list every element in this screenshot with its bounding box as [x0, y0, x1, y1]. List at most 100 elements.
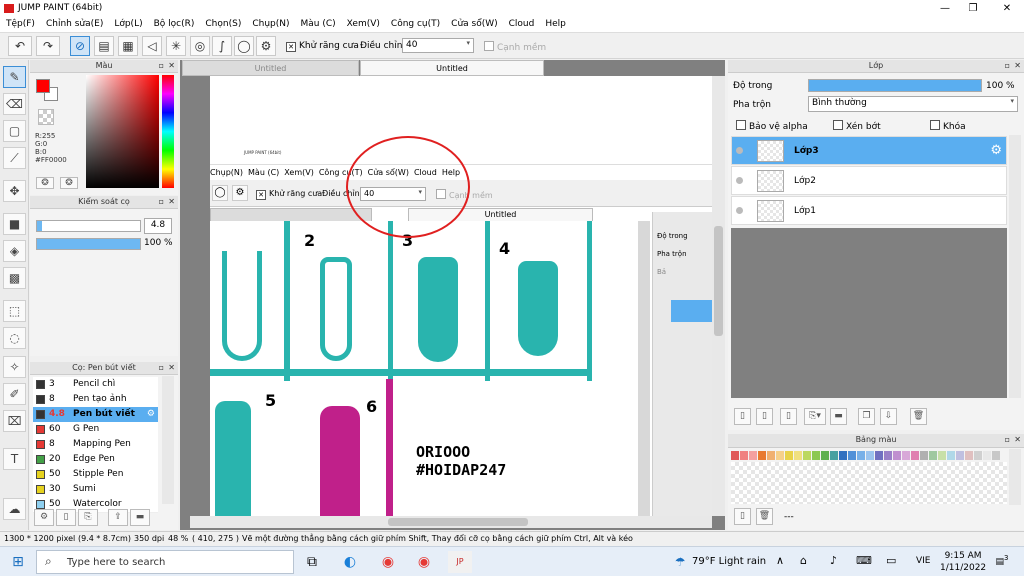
taskbar-search[interactable]: ⌕ Type here to search [36, 550, 294, 574]
select-rect-tool-icon[interactable]: ⬚ [3, 300, 26, 322]
menu-item-1[interactable]: Chỉnh sửa(E) [40, 17, 108, 29]
brush-tool-icon[interactable]: ⟋ [3, 147, 26, 169]
display-icon[interactable]: ▭ [886, 554, 896, 567]
palette-swatch[interactable] [767, 451, 775, 460]
palette-swatch[interactable] [812, 451, 820, 460]
new-layer-3-icon[interactable]: ▯ [780, 408, 797, 425]
menu-item-0[interactable]: Tệp(F) [0, 17, 40, 29]
layer-visibility-icon[interactable] [736, 177, 743, 184]
grid-ruler-icon[interactable]: ▦ [118, 36, 138, 56]
pen-settings-gear-icon[interactable]: ⚙ [147, 407, 155, 422]
palette-empty-area[interactable] [731, 462, 1007, 504]
pen-export-icon[interactable]: ⇪ [108, 509, 128, 526]
layer-visibility-icon[interactable] [736, 147, 743, 154]
keyboard-icon[interactable]: ⌨ [856, 554, 872, 567]
palette-swatch[interactable] [821, 451, 829, 460]
clock[interactable]: 9:15 AM 1/11/2022 [940, 550, 986, 574]
parallel-ruler-icon[interactable]: ▤ [94, 36, 114, 56]
brush-opacity-slider[interactable] [36, 238, 141, 250]
maximize-button[interactable]: ❐ [958, 1, 988, 16]
palette-swatch[interactable] [920, 451, 928, 460]
palette-swatch[interactable] [965, 451, 973, 460]
palette-swatch[interactable] [911, 451, 919, 460]
canvas-image[interactable]: JUMP PAINT (64bit) Chụp(N) Màu (C) Xem(V) C… [210, 76, 712, 516]
shape-tool-icon[interactable]: ▢ [3, 120, 26, 142]
palette-add-icon[interactable]: ▯ [734, 508, 751, 525]
settings-gear-icon[interactable]: ⚙ [256, 36, 276, 56]
cloud-tool-icon[interactable]: ☁ [3, 498, 26, 520]
menu-item-7[interactable]: Xem(V) [341, 17, 385, 29]
palette-swatch[interactable] [776, 451, 784, 460]
menu-item-2[interactable]: Lớp(L) [108, 17, 147, 29]
perspective-ruler-icon[interactable]: ◁ [142, 36, 162, 56]
color-picker-icon[interactable]: ❂ [36, 177, 54, 189]
pen-item[interactable]: 4.8 Pen bút viết ⚙ [33, 407, 158, 423]
clip-checkbox[interactable]: Xén bớt [833, 120, 881, 132]
pen-item[interactable]: 8 Mapping Pen [33, 437, 158, 453]
layer-copy-icon[interactable]: ❐ [858, 408, 875, 425]
palette-delete-icon[interactable]: 🗑 [756, 508, 773, 525]
doc-tab-2[interactable]: Untitled [360, 60, 544, 76]
doc-tab-1[interactable]: Untitled [182, 60, 359, 76]
chrome-icon[interactable]: ◉ [376, 551, 400, 573]
palette-swatch[interactable] [974, 451, 982, 460]
lasso-tool-icon[interactable]: ◌ [3, 327, 26, 349]
minimize-button[interactable]: — [930, 1, 960, 16]
tray-chevron-icon[interactable]: ∧ [776, 554, 784, 567]
menu-item-5[interactable]: Chụp(N) [246, 17, 294, 29]
pen-item[interactable]: 3 Pencil chì [33, 377, 158, 393]
pen-tool-icon[interactable]: ✎ [3, 66, 26, 88]
protect-alpha-checkbox[interactable]: Bảo vệ alpha [736, 120, 808, 132]
pen-folder-icon[interactable]: ▬ [130, 509, 150, 526]
layer-menu-icon[interactable]: ⎘▾ [804, 408, 826, 425]
palette-swatch[interactable] [830, 451, 838, 460]
palette-swatch[interactable] [875, 451, 883, 460]
weather-text[interactable]: 79°F Light rain [692, 556, 766, 567]
bucket-tool-icon[interactable]: ◈ [3, 240, 26, 262]
layer-settings-gear-icon[interactable]: ⚙ [990, 143, 1002, 158]
palette-swatch[interactable] [884, 451, 892, 460]
undo-button[interactable]: ↶ [8, 36, 32, 56]
menu-item-11[interactable]: Help [539, 17, 571, 29]
palette-swatch[interactable] [785, 451, 793, 460]
layer-row[interactable]: Lớp3 ⚙ [731, 136, 1007, 165]
antialias-checkbox[interactable]: ✕ Khử răng cưa [286, 41, 359, 52]
canvas-hscrollbar[interactable] [190, 516, 712, 528]
menu-item-6[interactable]: Màu (C) [295, 17, 341, 29]
new-layer-icon[interactable]: ▯ [734, 408, 751, 425]
pen-list-scrollbar[interactable] [162, 376, 174, 504]
palette-swatch[interactable] [893, 451, 901, 460]
language-indicator[interactable]: VIE [916, 556, 931, 566]
pen-item[interactable]: 8 Pen tạo ảnh [33, 392, 158, 408]
palette-swatch[interactable] [749, 451, 757, 460]
palette-swatch[interactable] [866, 451, 874, 460]
palette-swatch[interactable] [983, 451, 991, 460]
menu-item-8[interactable]: Công cụ(T) [385, 17, 445, 29]
menu-item-10[interactable]: Cloud [503, 17, 540, 29]
saturation-value-picker[interactable] [86, 75, 159, 188]
eraser-tool-icon[interactable]: ⌫ [3, 93, 26, 115]
palette-scrollbar[interactable] [1009, 449, 1021, 505]
chrome-2-icon[interactable]: ◉ [412, 551, 436, 573]
pen-item[interactable]: 20 Edge Pen [33, 452, 158, 468]
hue-slider[interactable] [162, 75, 174, 188]
pen-item[interactable]: 60 G Pen [33, 422, 158, 438]
palette-swatch[interactable] [848, 451, 856, 460]
menu-item-4[interactable]: Chọn(S) [199, 17, 246, 29]
close-button[interactable]: ✕ [992, 1, 1022, 16]
weather-icon[interactable]: ☂ [668, 551, 692, 573]
menu-item-3[interactable]: Bộ lọc(R) [148, 17, 200, 29]
layer-row[interactable]: Lớp2 [731, 166, 1007, 195]
pen-item[interactable]: 50 Stipple Pen [33, 467, 158, 483]
rect-fill-tool-icon[interactable]: ■ [3, 213, 26, 235]
gradient-tool-icon[interactable]: ▩ [3, 267, 26, 289]
palette-swatch[interactable] [938, 451, 946, 460]
palette-swatch[interactable] [803, 451, 811, 460]
edge-browser-icon[interactable]: ◐ [338, 551, 362, 573]
brush-size-input[interactable]: 4.8 [144, 218, 172, 234]
magic-wand-tool-icon[interactable]: ✧ [3, 356, 26, 378]
palette-swatch[interactable] [740, 451, 748, 460]
palette-swatch[interactable] [794, 451, 802, 460]
layer-folder-icon[interactable]: ▬ [830, 408, 847, 425]
select-eraser-tool-icon[interactable]: ⌧ [3, 410, 26, 432]
